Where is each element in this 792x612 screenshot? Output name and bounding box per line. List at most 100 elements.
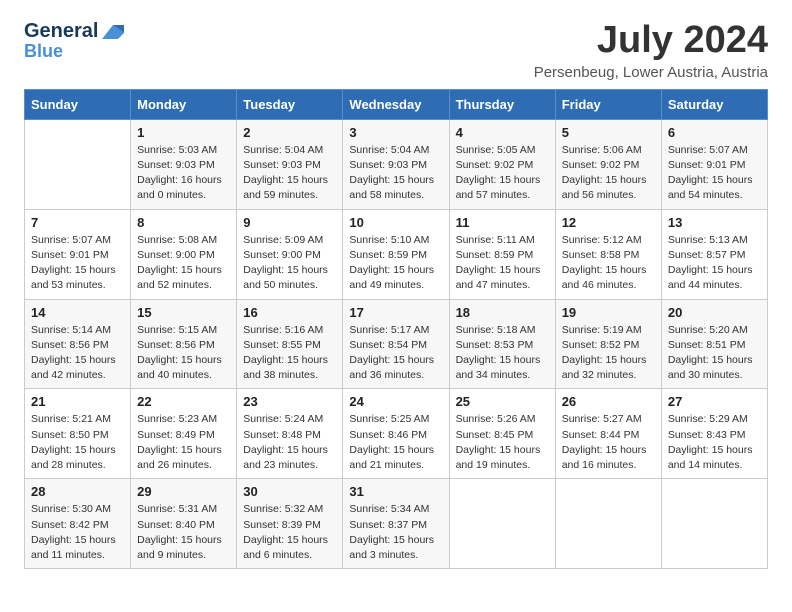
day-number: 4 [456,125,549,140]
day-header-monday: Monday [131,89,237,119]
day-number: 24 [349,394,442,409]
day-number: 14 [31,305,124,320]
day-number: 22 [137,394,230,409]
day-info: Sunrise: 5:11 AM Sunset: 8:59 PM Dayligh… [456,233,549,294]
calendar-cell: 15 Sunrise: 5:15 AM Sunset: 8:56 PM Dayli… [131,299,237,389]
calendar-cell: 17 Sunrise: 5:17 AM Sunset: 8:54 PM Dayli… [343,299,449,389]
day-number: 6 [668,125,761,140]
calendar-cell: 23 Sunrise: 5:24 AM Sunset: 8:48 PM Dayli… [237,389,343,479]
day-info: Sunrise: 5:04 AM Sunset: 9:03 PM Dayligh… [243,143,336,204]
day-info: Sunrise: 5:07 AM Sunset: 9:01 PM Dayligh… [31,233,124,294]
day-number: 20 [668,305,761,320]
day-header-sunday: Sunday [25,89,131,119]
day-number: 1 [137,125,230,140]
week-row-3: 14 Sunrise: 5:14 AM Sunset: 8:56 PM Dayli… [25,299,768,389]
day-info: Sunrise: 5:08 AM Sunset: 9:00 PM Dayligh… [137,233,230,294]
location-subtitle: Persenbeug, Lower Austria, Austria [534,64,768,81]
calendar-cell: 20 Sunrise: 5:20 AM Sunset: 8:51 PM Dayli… [661,299,767,389]
calendar-cell: 10 Sunrise: 5:10 AM Sunset: 8:59 PM Dayli… [343,209,449,299]
day-number: 27 [668,394,761,409]
day-number: 28 [31,484,124,499]
day-info: Sunrise: 5:15 AM Sunset: 8:56 PM Dayligh… [137,323,230,384]
day-info: Sunrise: 5:34 AM Sunset: 8:37 PM Dayligh… [349,502,442,563]
day-header-saturday: Saturday [661,89,767,119]
day-number: 25 [456,394,549,409]
calendar-cell [25,119,131,209]
logo-text: General [24,20,126,42]
day-info: Sunrise: 5:16 AM Sunset: 8:55 PM Dayligh… [243,323,336,384]
day-number: 9 [243,215,336,230]
logo-icon [100,23,126,41]
calendar-cell: 19Sunrise: 5:19 AM Sunset: 8:52 PM Dayli… [555,299,661,389]
day-number: 26 [562,394,655,409]
day-number: 5 [562,125,655,140]
calendar-cell: 22 Sunrise: 5:23 AM Sunset: 8:49 PM Dayli… [131,389,237,479]
day-number: 2 [243,125,336,140]
day-info: Sunrise: 5:25 AM Sunset: 8:46 PM Dayligh… [349,412,442,473]
calendar-cell: 14 Sunrise: 5:14 AM Sunset: 8:56 PM Dayli… [25,299,131,389]
calendar-cell: 28 Sunrise: 5:30 AM Sunset: 8:42 PM Dayli… [25,479,131,569]
calendar-cell [449,479,555,569]
calendar-header-row: SundayMondayTuesdayWednesdayThursdayFrid… [25,89,768,119]
calendar-cell: 4Sunrise: 5:05 AM Sunset: 9:02 PM Daylig… [449,119,555,209]
day-number: 8 [137,215,230,230]
day-header-friday: Friday [555,89,661,119]
calendar-cell: 29Sunrise: 5:31 AM Sunset: 8:40 PM Dayli… [131,479,237,569]
day-number: 13 [668,215,761,230]
day-info: Sunrise: 5:32 AM Sunset: 8:39 PM Dayligh… [243,502,336,563]
day-info: Sunrise: 5:14 AM Sunset: 8:56 PM Dayligh… [31,323,124,384]
calendar-cell: 6 Sunrise: 5:07 AM Sunset: 9:01 PM Daylig… [661,119,767,209]
page-header: General Blue July 2024 Persenbeug, Lower… [24,20,768,81]
day-number: 17 [349,305,442,320]
day-number: 30 [243,484,336,499]
day-info: Sunrise: 5:27 AM Sunset: 8:44 PM Dayligh… [562,412,655,473]
day-number: 10 [349,215,442,230]
calendar-cell: 7 Sunrise: 5:07 AM Sunset: 9:01 PM Daylig… [25,209,131,299]
day-header-wednesday: Wednesday [343,89,449,119]
week-row-4: 21 Sunrise: 5:21 AM Sunset: 8:50 PM Dayli… [25,389,768,479]
day-number: 15 [137,305,230,320]
logo-blue: Blue [24,41,63,61]
day-info: Sunrise: 5:23 AM Sunset: 8:49 PM Dayligh… [137,412,230,473]
day-number: 7 [31,215,124,230]
title-block: July 2024 Persenbeug, Lower Austria, Aus… [534,20,768,81]
calendar-cell: 3 Sunrise: 5:04 AM Sunset: 9:03 PM Daylig… [343,119,449,209]
calendar-cell [661,479,767,569]
calendar-table: SundayMondayTuesdayWednesdayThursdayFrid… [24,89,768,569]
day-info: Sunrise: 5:31 AM Sunset: 8:40 PM Dayligh… [137,502,230,563]
calendar-cell: 26 Sunrise: 5:27 AM Sunset: 8:44 PM Dayli… [555,389,661,479]
day-info: Sunrise: 5:12 AM Sunset: 8:58 PM Dayligh… [562,233,655,294]
day-info: Sunrise: 5:17 AM Sunset: 8:54 PM Dayligh… [349,323,442,384]
week-row-1: 1Sunrise: 5:03 AM Sunset: 9:03 PM Daylig… [25,119,768,209]
calendar-cell: 18Sunrise: 5:18 AM Sunset: 8:53 PM Dayli… [449,299,555,389]
month-title: July 2024 [534,20,768,62]
day-info: Sunrise: 5:29 AM Sunset: 8:43 PM Dayligh… [668,412,761,473]
calendar-cell: 16Sunrise: 5:16 AM Sunset: 8:55 PM Dayli… [237,299,343,389]
calendar-cell: 12 Sunrise: 5:12 AM Sunset: 8:58 PM Dayli… [555,209,661,299]
day-info: Sunrise: 5:10 AM Sunset: 8:59 PM Dayligh… [349,233,442,294]
day-info: Sunrise: 5:26 AM Sunset: 8:45 PM Dayligh… [456,412,549,473]
day-number: 12 [562,215,655,230]
day-info: Sunrise: 5:06 AM Sunset: 9:02 PM Dayligh… [562,143,655,204]
day-info: Sunrise: 5:18 AM Sunset: 8:53 PM Dayligh… [456,323,549,384]
calendar-cell: 5 Sunrise: 5:06 AM Sunset: 9:02 PM Daylig… [555,119,661,209]
day-number: 21 [31,394,124,409]
day-info: Sunrise: 5:30 AM Sunset: 8:42 PM Dayligh… [31,502,124,563]
calendar-cell: 31Sunrise: 5:34 AM Sunset: 8:37 PM Dayli… [343,479,449,569]
day-info: Sunrise: 5:19 AM Sunset: 8:52 PM Dayligh… [562,323,655,384]
day-info: Sunrise: 5:24 AM Sunset: 8:48 PM Dayligh… [243,412,336,473]
calendar-cell: 2 Sunrise: 5:04 AM Sunset: 9:03 PM Daylig… [237,119,343,209]
calendar-cell: 21 Sunrise: 5:21 AM Sunset: 8:50 PM Dayli… [25,389,131,479]
day-header-tuesday: Tuesday [237,89,343,119]
day-info: Sunrise: 5:07 AM Sunset: 9:01 PM Dayligh… [668,143,761,204]
day-info: Sunrise: 5:21 AM Sunset: 8:50 PM Dayligh… [31,412,124,473]
calendar-cell: 8 Sunrise: 5:08 AM Sunset: 9:00 PM Daylig… [131,209,237,299]
day-number: 3 [349,125,442,140]
calendar-cell [555,479,661,569]
week-row-5: 28 Sunrise: 5:30 AM Sunset: 8:42 PM Dayli… [25,479,768,569]
day-info: Sunrise: 5:20 AM Sunset: 8:51 PM Dayligh… [668,323,761,384]
day-number: 23 [243,394,336,409]
day-info: Sunrise: 5:04 AM Sunset: 9:03 PM Dayligh… [349,143,442,204]
day-info: Sunrise: 5:13 AM Sunset: 8:57 PM Dayligh… [668,233,761,294]
calendar-cell: 13 Sunrise: 5:13 AM Sunset: 8:57 PM Dayli… [661,209,767,299]
